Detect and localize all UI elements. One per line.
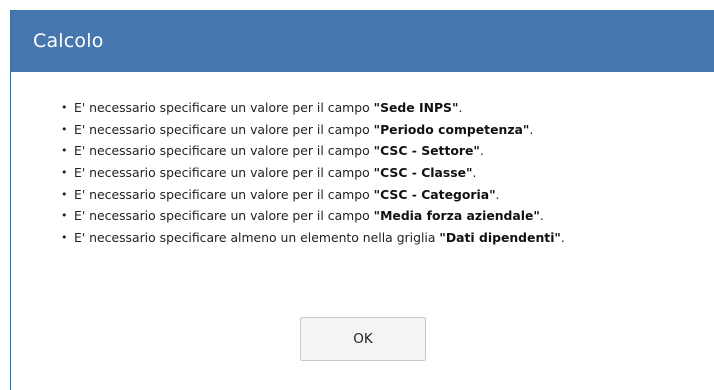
validation-dialog: Calcolo • E' necessario specificare un va… — [10, 10, 714, 390]
error-message: • E' necessario specificare almeno un ele… — [57, 227, 714, 249]
bullet-icon: • — [61, 101, 68, 114]
message-suffix: . — [529, 121, 534, 137]
message-text: E' necessario specificare un valore per … — [74, 165, 374, 181]
error-message: • E' necessario specificare un valore per… — [57, 97, 714, 119]
message-field: "Sede INPS" — [373, 100, 459, 115]
message-field: "CSC - Settore" — [373, 143, 480, 159]
message-field: "Dati dipendenti" — [439, 230, 561, 246]
message-field: "CSC - Categoria" — [373, 186, 496, 202]
bullet-icon: • — [61, 166, 68, 180]
message-suffix: . — [560, 230, 565, 246]
error-message: • E' necessario specificare un valore per… — [57, 162, 714, 184]
message-text: E' necessario specificare un valore per … — [74, 121, 374, 137]
message-suffix: . — [539, 208, 544, 224]
message-suffix: . — [495, 186, 500, 202]
message-field: "CSC - Classe" — [373, 165, 473, 181]
bullet-icon: • — [61, 187, 68, 201]
message-suffix: . — [472, 165, 477, 181]
error-message: • E' necessario specificare un valore per… — [57, 140, 714, 162]
error-message-list: • E' necessario specificare un valore per… — [57, 97, 714, 249]
error-message: • E' necessario specificare un valore per… — [57, 205, 714, 227]
message-field: "Periodo competenza" — [373, 121, 530, 137]
error-message: • E' necessario specificare un valore per… — [57, 184, 714, 206]
message-suffix: . — [458, 100, 463, 115]
dialog-title: Calcolo — [33, 30, 104, 52]
error-message: • E' necessario specificare un valore per… — [57, 119, 714, 141]
message-text: E' necessario specificare un valore per … — [74, 208, 374, 224]
message-text: E' necessario specificare un valore per … — [74, 186, 374, 202]
message-text: E' necessario specificare un valore per … — [74, 100, 374, 115]
dialog-body: • E' necessario specificare un valore per… — [11, 72, 714, 249]
bullet-icon: • — [61, 122, 68, 136]
ok-button[interactable]: OK — [300, 317, 426, 361]
message-suffix: . — [479, 143, 484, 159]
dialog-title-bar: Calcolo — [11, 10, 714, 72]
bullet-icon: • — [61, 209, 68, 223]
message-field: "Media forza aziendale" — [373, 208, 540, 224]
bullet-icon: • — [61, 144, 68, 158]
message-text: E' necessario specificare un valore per … — [74, 143, 374, 159]
bullet-icon: • — [61, 231, 68, 245]
message-text: E' necessario specificare almeno un elem… — [74, 230, 440, 246]
